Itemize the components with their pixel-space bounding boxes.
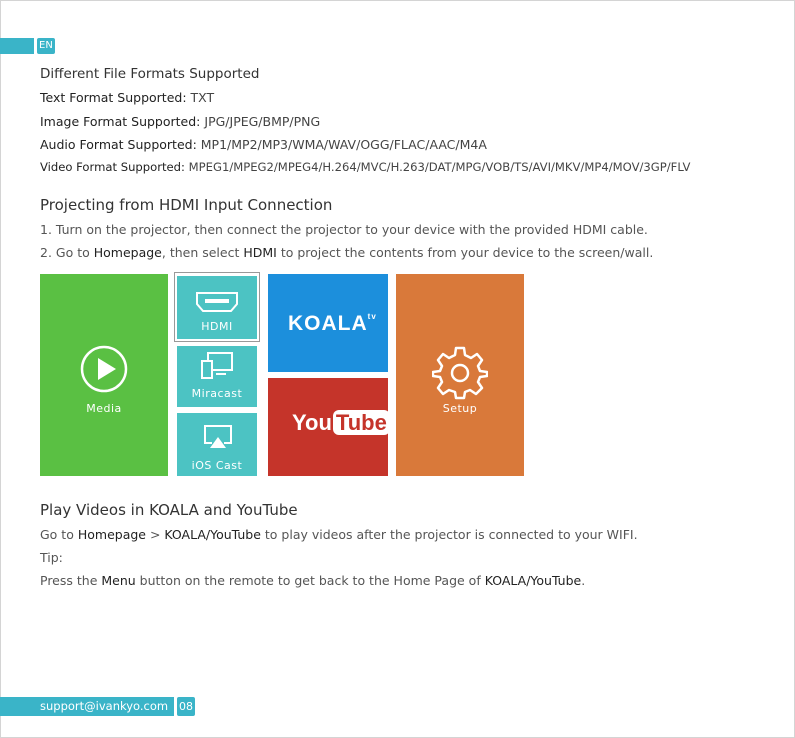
image-format-label: Image Format Supported: xyxy=(40,114,201,129)
formats-title: Different File Formats Supported xyxy=(40,66,260,82)
video-format-value: MPEG1/MPEG2/MPEG4/H.264/MVC/H.263/DAT/MP… xyxy=(184,160,691,174)
ios-cast-label: iOS Cast xyxy=(191,459,243,472)
line2-text-c: button on the remote to get back to the … xyxy=(135,573,485,588)
hdmi-step-2: 2. Go to Homepage, then select HDMI to p… xyxy=(40,245,653,260)
page-number: 08 xyxy=(177,697,195,716)
header-accent-bar xyxy=(0,38,34,54)
audio-format-label: Audio Format Supported: xyxy=(40,137,197,152)
videos-section-title: Play Videos in KOALA and YouTube xyxy=(40,501,298,519)
ios-cast-tile[interactable]: iOS Cast xyxy=(177,413,257,476)
media-label: Media xyxy=(86,402,122,415)
koala-logo: KOALAtv xyxy=(288,312,377,336)
koala-logo-text: KOALA xyxy=(288,312,368,335)
line1-text-a: Go to xyxy=(40,527,78,542)
line2-koala-youtube: KOALA/YouTube xyxy=(484,573,582,588)
youtube-logo: You Tube xyxy=(292,410,390,436)
text-format-label: Text Format Supported: xyxy=(40,90,187,105)
youtube-tube-text: Tube xyxy=(332,410,390,435)
hdmi-step-1: 1. Turn on the projector, then connect t… xyxy=(40,222,648,237)
koala-tv-mark: tv xyxy=(367,312,377,321)
line1-koala-youtube: KOALA/YouTube xyxy=(164,527,261,542)
image-format-line: Image Format Supported: JPG/JPEG/BMP/PNG xyxy=(40,114,320,129)
language-badge: EN xyxy=(37,38,55,54)
support-email: support@ivankyo.com xyxy=(40,699,169,713)
miracast-label: Miracast xyxy=(191,387,243,400)
miracast-tile[interactable]: Miracast xyxy=(177,346,257,407)
line2-text-a: Press the xyxy=(40,573,102,588)
koala-tv-tile[interactable]: KOALAtv xyxy=(268,274,388,372)
hdmi-port-icon xyxy=(196,292,238,312)
line1-homepage: Homepage xyxy=(77,527,146,542)
audio-format-line: Audio Format Supported: MP1/MP2/MP3/WMA/… xyxy=(40,137,487,152)
airplay-icon xyxy=(204,425,232,448)
step2-text-e: to project the contents from your device… xyxy=(276,245,654,260)
text-format-line: Text Format Supported: TXT xyxy=(40,90,214,105)
youtube-you-text: You xyxy=(292,410,332,435)
videos-line-2: Press the Menu button on the remote to g… xyxy=(40,573,585,588)
gear-icon xyxy=(432,346,488,400)
play-icon xyxy=(80,345,128,393)
step2-text-c: , then select xyxy=(161,245,244,260)
videos-line-1: Go to Homepage > KOALA/YouTube to play v… xyxy=(40,527,638,542)
screen-mirror-icon xyxy=(201,352,233,379)
audio-format-value: MP1/MP2/MP3/WMA/WAV/OGG/FLAC/AAC/M4A xyxy=(196,137,487,152)
setup-label: Setup xyxy=(442,402,478,415)
tip-label: Tip: xyxy=(40,550,63,565)
youtube-tile[interactable]: You Tube xyxy=(268,378,390,476)
setup-tile[interactable]: Setup xyxy=(396,274,524,476)
text-format-value: TXT xyxy=(186,90,215,105)
step2-text-a: 2. Go to xyxy=(40,245,94,260)
hdmi-label: HDMI xyxy=(201,320,233,333)
media-tile[interactable]: Media xyxy=(40,274,168,476)
video-format-line: Video Format Supported: MPEG1/MPEG2/MPEG… xyxy=(40,160,690,174)
line1-separator: > xyxy=(145,527,165,542)
hdmi-tile[interactable]: HDMI xyxy=(177,276,257,339)
hdmi-section-title: Projecting from HDMI Input Connection xyxy=(40,196,333,214)
image-format-value: JPG/JPEG/BMP/PNG xyxy=(200,114,321,129)
line2-text-e: . xyxy=(581,573,586,588)
step2-homepage: Homepage xyxy=(93,245,162,260)
step2-hdmi: HDMI xyxy=(243,245,277,260)
video-format-label: Video Format Supported: xyxy=(40,160,185,174)
line1-text-e: to play videos after the projector is co… xyxy=(260,527,638,542)
line2-menu: Menu xyxy=(101,573,136,588)
